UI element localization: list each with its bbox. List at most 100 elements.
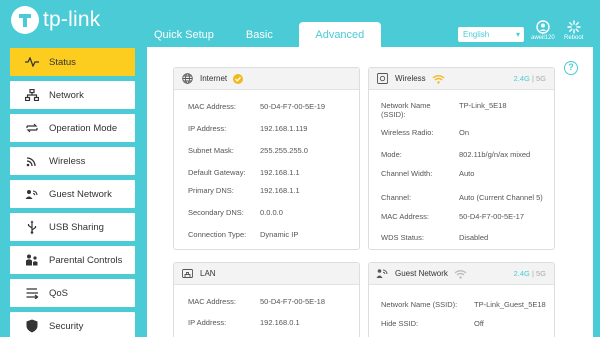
- row-label: WDS Status:: [381, 233, 424, 242]
- lan-port-icon: [181, 268, 193, 280]
- sidebar-item-label: Guest Network: [49, 188, 112, 200]
- row-label: Network Name (SSID):: [381, 300, 458, 309]
- network-icon: [24, 87, 40, 103]
- row-value: Disabled: [459, 233, 489, 242]
- tp-link-logo[interactable]: tp-link: [10, 5, 100, 35]
- band-separator: |: [531, 269, 534, 278]
- row-value: On: [459, 128, 470, 137]
- row-label: Hide SSID:: [381, 319, 419, 328]
- guest-network-title: Guest Network: [395, 269, 448, 278]
- row-label: Default Gateway:: [188, 168, 246, 177]
- band-24-link[interactable]: 2.4G: [514, 269, 530, 278]
- row-value: 802.11b/g/n/ax mixed: [459, 150, 531, 159]
- sidebar-item-status[interactable]: Status: [10, 48, 135, 76]
- row-label: Wireless Radio:: [381, 128, 434, 137]
- help-label: ?: [568, 62, 574, 72]
- row-value: 192.168.1.1: [260, 186, 300, 195]
- row-value: 50-D4-F7-00-5E-18: [260, 297, 326, 306]
- row-value: 0.0.0.0: [260, 208, 283, 217]
- tab-advanced[interactable]: Advanced: [298, 22, 381, 47]
- sidebar-item-operation-mode[interactable]: Operation Mode: [10, 114, 135, 142]
- brand-name: tp-link: [43, 8, 101, 31]
- main-tabs: Quick Setup Basic Advanced: [138, 22, 381, 47]
- wifi-signal-icon: [432, 74, 445, 84]
- row-label: Subnet Mask:: [188, 146, 234, 155]
- user-icon: [536, 20, 550, 34]
- tab-basic[interactable]: Basic: [230, 22, 289, 47]
- row-label: Primary DNS:: [188, 186, 234, 195]
- help-button[interactable]: ?: [564, 61, 578, 75]
- row-label: Mode:: [381, 150, 402, 159]
- internet-title: Internet: [200, 74, 228, 83]
- sidebar-item-label: USB Sharing: [49, 221, 104, 233]
- language-value: English: [463, 30, 490, 39]
- user-label: aweil120: [531, 35, 555, 41]
- row-label: IP Address:: [188, 124, 227, 133]
- wireless-card: Wireless 2.4G | 5G Network Name (SSID): T…: [368, 67, 555, 250]
- sidebar-item-label: Wireless: [49, 155, 86, 167]
- sidebar-item-network[interactable]: Network: [10, 81, 135, 109]
- sidebar-item-label: Operation Mode: [49, 122, 118, 134]
- row-value: TP-Link_Guest_5E18: [474, 300, 546, 309]
- wireless-title: Wireless: [395, 74, 426, 83]
- parental-controls-icon: [24, 252, 40, 268]
- sidebar-item-wireless[interactable]: Wireless: [10, 147, 135, 175]
- row-value: Dynamic IP: [260, 230, 299, 239]
- lan-title: LAN: [200, 269, 216, 278]
- row-value: Auto: [459, 169, 475, 178]
- band-separator: |: [531, 74, 534, 83]
- wifi-signal-icon: [454, 269, 467, 279]
- row-value: Off: [474, 319, 484, 328]
- globe-icon: [181, 73, 193, 85]
- reboot-button[interactable]: Reboot: [564, 20, 583, 41]
- lan-card: LAN MAC Address: 50-D4-F7-00-5E-18 IP Add…: [173, 262, 360, 337]
- row-value: 50-D4-F7-00-5E-19: [260, 102, 326, 111]
- internet-card: Internet MAC Address: 50-D4-F7-00-5E-19 I…: [173, 67, 360, 250]
- row-label: MAC Address:: [188, 102, 236, 111]
- mode-switch-icon: [24, 120, 40, 136]
- pulse-icon: [24, 54, 40, 70]
- router-icon: [376, 73, 388, 85]
- row-label: Network Name (SSID):: [381, 101, 431, 119]
- tab-quick-setup[interactable]: Quick Setup: [138, 22, 230, 47]
- row-value: 255.255.255.0: [260, 146, 308, 155]
- lan-card-header: LAN: [174, 263, 359, 285]
- row-label: Channel Width:: [381, 169, 433, 178]
- guest-network-card-header: Guest Network 2.4G | 5G: [369, 263, 554, 285]
- band-24-link[interactable]: 2.4G: [514, 74, 530, 83]
- row-label: MAC Address:: [188, 297, 236, 306]
- chevron-down-icon: ▾: [515, 30, 520, 39]
- sidebar-item-label: QoS: [49, 287, 69, 299]
- row-value: 192.168.0.1: [260, 318, 300, 327]
- tp-link-logo-icon: [10, 5, 40, 35]
- row-value: Auto (Current Channel 5): [459, 193, 543, 202]
- band-toggle: 2.4G | 5G: [514, 68, 546, 90]
- row-value: 192.168.1.1: [260, 168, 300, 177]
- row-value: 192.168.1.119: [260, 124, 308, 133]
- sidebar-item-label: Status: [49, 56, 76, 68]
- row-label: MAC Address:: [381, 212, 429, 221]
- language-select[interactable]: English ▾: [458, 27, 524, 42]
- wireless-card-header: Wireless 2.4G | 5G: [369, 68, 554, 90]
- qos-icon: [24, 285, 40, 301]
- shield-icon: [24, 318, 40, 334]
- sidebar-item-usb-sharing[interactable]: USB Sharing: [10, 213, 135, 241]
- row-label: Secondary DNS:: [188, 208, 244, 217]
- row-value: TP-Link_5E18: [459, 101, 507, 110]
- sidebar-item-security[interactable]: Security: [10, 312, 135, 337]
- band-toggle: 2.4G | 5G: [514, 263, 546, 285]
- guest-network-icon: [376, 268, 388, 280]
- band-5-link[interactable]: 5G: [536, 269, 546, 278]
- sidebar-item-parental-controls[interactable]: Parental Controls: [10, 246, 135, 274]
- sidebar-item-qos[interactable]: QoS: [10, 279, 135, 307]
- sidebar: Status Network Operation Mode Wireless G…: [0, 47, 145, 337]
- usb-icon: [24, 219, 40, 235]
- reboot-label: Reboot: [564, 35, 584, 41]
- wifi-icon: [24, 153, 40, 169]
- header: tp-link Quick Setup Basic Advanced Engli…: [0, 0, 600, 47]
- user-button[interactable]: aweil120: [531, 20, 555, 41]
- guest-network-icon: [24, 186, 40, 202]
- sidebar-item-guest-network[interactable]: Guest Network: [10, 180, 135, 208]
- band-5-link[interactable]: 5G: [536, 74, 546, 83]
- guest-network-card: Guest Network 2.4G | 5G Network Name (SS…: [368, 262, 555, 337]
